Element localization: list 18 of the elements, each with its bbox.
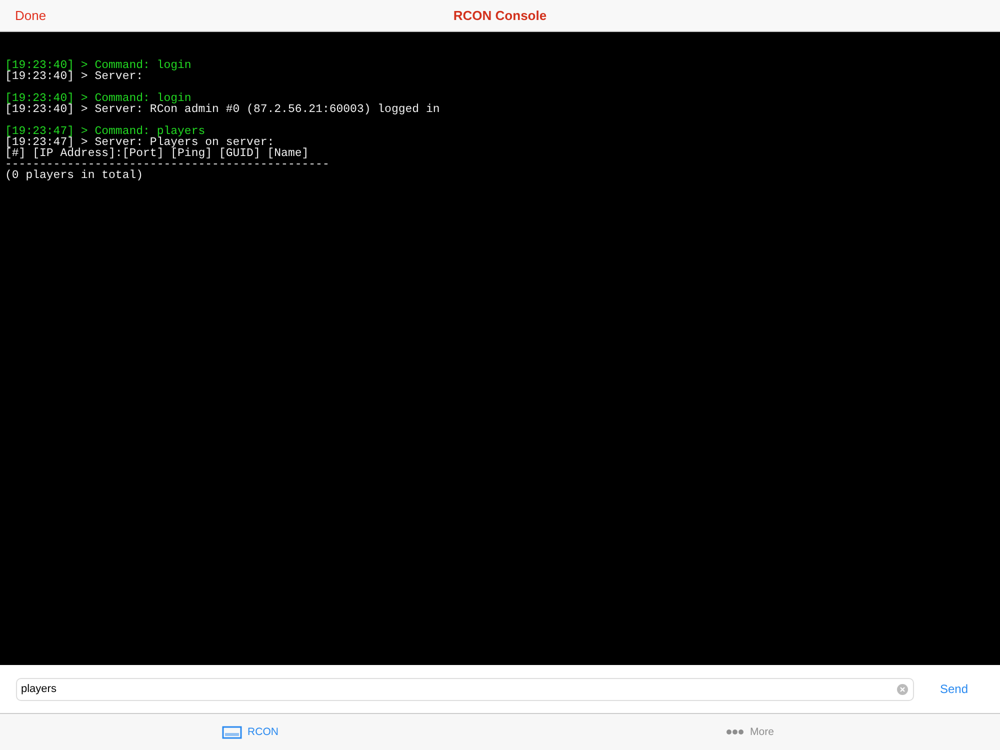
server-line: (0 players in total) (5, 170, 144, 181)
command-line: [19:23:40] > Command: login (5, 93, 192, 104)
command-line: [19:23:40] > Command: login (5, 60, 192, 71)
server-line: [19:23:40] > Server: RCon admin #0 (87.2.56.21:60003) logged in (5, 104, 441, 115)
nav-title: RCON Console (453, 8, 547, 23)
tab[interactable]: More (720, 725, 780, 739)
server-line: ----------------------------------------------- (5, 159, 330, 170)
server-line: [#] [IP Address]:[Port] [Ping] [GUID] [Name] (5, 148, 310, 159)
server-line: [19:23:47] > Server: Players on server: (5, 137, 274, 148)
clear-icon[interactable] (896, 684, 908, 694)
more-icon (726, 729, 744, 735)
send-button[interactable]: Send (940, 682, 984, 696)
done-button[interactable]: Done (15, 8, 46, 23)
command-field[interactable]: players (16, 678, 914, 700)
command-line: [19:23:47] > Command: players (5, 126, 206, 137)
console-icon (222, 726, 242, 738)
server-line: [19:23:40] > Server: (5, 71, 144, 82)
tab[interactable]: RCON (216, 724, 284, 740)
